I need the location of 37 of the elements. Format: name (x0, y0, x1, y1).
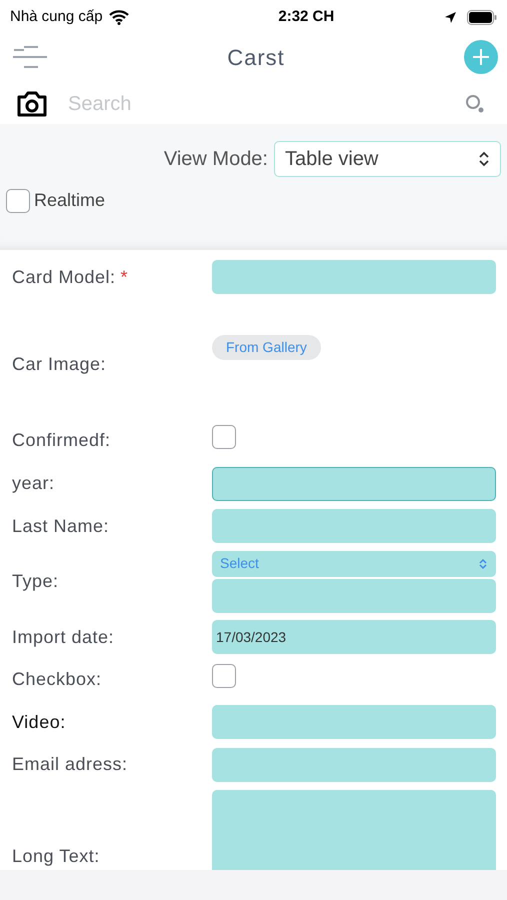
chevron-icon (478, 558, 488, 570)
input-field[interactable] (212, 578, 496, 613)
search-field[interactable]: Search (68, 89, 465, 119)
checkbox[interactable] (212, 424, 236, 449)
location-arrow-icon (444, 10, 457, 24)
view-mode-select[interactable]: Table view (274, 141, 501, 177)
field-label: year: (12, 472, 55, 496)
view-mode-label: View Mode: (164, 147, 268, 172)
field-label: Car Image: (12, 354, 106, 374)
carrier-name: Nhà cung cấp (10, 6, 103, 27)
camera-icon[interactable] (16, 90, 48, 118)
search-icon[interactable] (465, 94, 485, 114)
field-label: Long Text: (12, 846, 100, 866)
input-field[interactable] (212, 466, 496, 501)
wifi-icon (108, 10, 129, 24)
field-label: Email adress: (12, 753, 128, 776)
add-button[interactable] (464, 40, 498, 74)
field-label: Video: (12, 710, 66, 734)
field-label: Card Model: * (12, 266, 128, 289)
clock-time: 2:32 CH (278, 6, 334, 27)
field-label: Checkbox: (12, 668, 102, 692)
field-label: Last Name: (12, 514, 110, 538)
chevron-icon (478, 151, 490, 167)
checkbox[interactable] (6, 188, 30, 212)
checkbox[interactable] (212, 664, 236, 688)
field-label: Type: (12, 570, 59, 594)
input-field[interactable] (212, 705, 496, 740)
input-field[interactable] (212, 748, 496, 782)
realtime-label: Realtime (34, 189, 106, 212)
input-field[interactable] (212, 260, 496, 294)
field-label: Confirmedf: (12, 429, 111, 452)
battery-icon (467, 10, 497, 24)
plus-icon (472, 48, 490, 66)
field-label: Import date: (12, 626, 114, 649)
input-field[interactable] (212, 509, 496, 544)
page-title: Carst (227, 44, 285, 72)
input-field[interactable]: 17/03/2023 (212, 620, 496, 654)
